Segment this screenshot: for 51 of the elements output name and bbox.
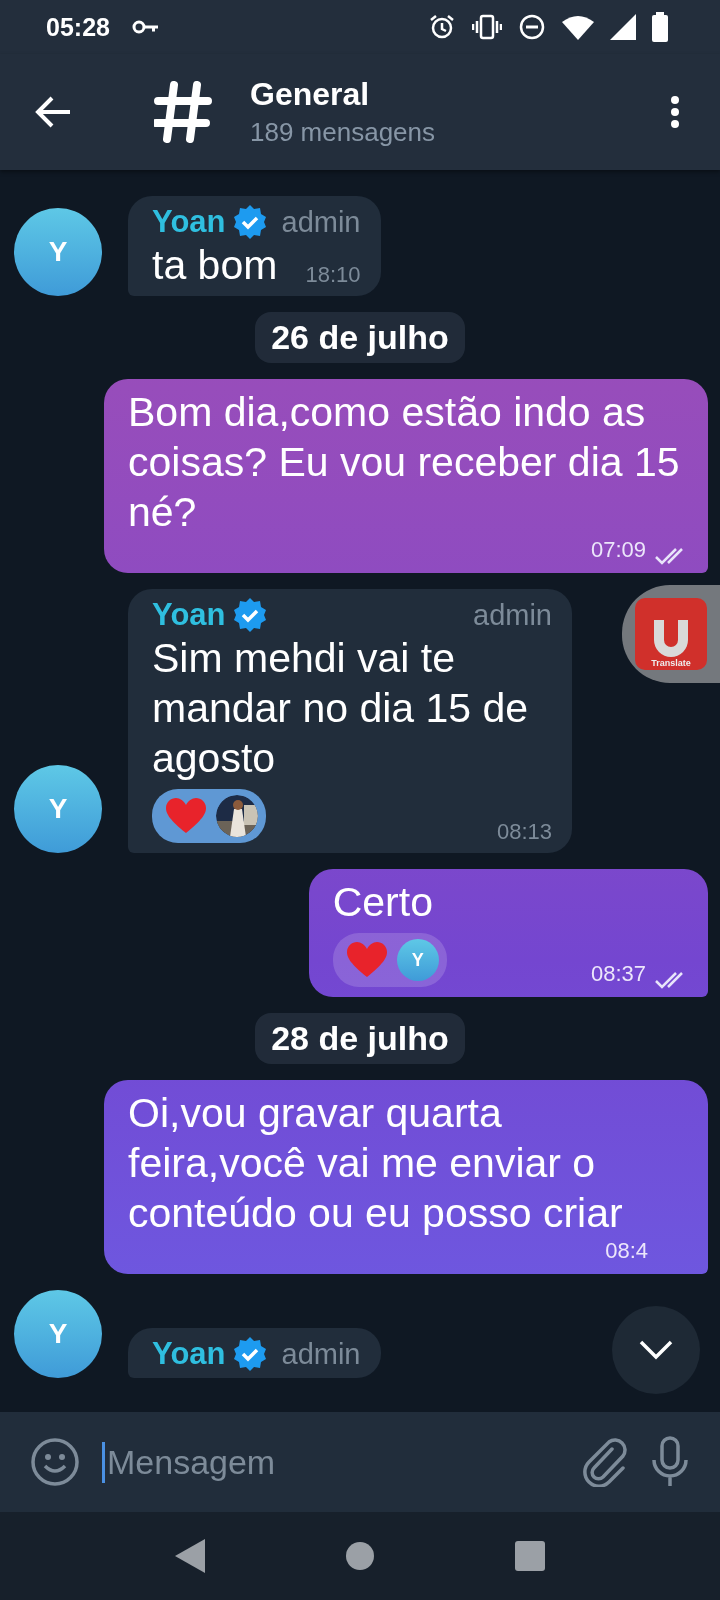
role-label: admin [280,205,361,239]
message-bubble[interactable]: Bom dia,como estão indo as coisas? Eu vou receber dia 15 né? 07:09 [104,379,708,574]
chat-title: General [250,76,371,113]
date-pill: 28 de julho [255,1013,465,1065]
vibrate-icon [472,13,502,41]
alarm-icon [428,13,456,41]
wifi-icon [562,14,594,40]
paperclip-icon[interactable] [582,1437,628,1487]
message-bubble[interactable]: Yoan admin ta bom 18:10 [128,196,381,296]
message-bubble[interactable]: Yoan admin Sim mehdi vai te mandar no dia 15 de agosto 08:13 [128,589,572,854]
sender-name: Yoan [152,597,226,634]
hash-icon [154,81,212,143]
emoji-icon[interactable] [30,1437,80,1487]
sender-name: Yoan [152,1336,226,1373]
back-arrow-icon [34,95,72,129]
message-composer[interactable]: Mensagem [0,1412,720,1512]
signal-icon [610,14,636,40]
more-icon [670,95,680,129]
battery-icon [652,12,668,42]
heart-icon [166,798,206,835]
date-pill: 26 de julho [255,312,465,363]
message-text: Sim mehdi vai te mandar no dia 15 de agosto [152,634,530,784]
back-nav-icon[interactable] [175,1539,205,1573]
message-time: 18:10 [305,262,361,289]
status-time: 05:28 [46,12,110,42]
role-label: admin [472,598,552,632]
chevron-down-icon [639,1340,673,1360]
key-icon [131,20,160,34]
message-text: Certo [332,878,434,928]
reactor-avatar: Y [396,939,439,982]
sender-name: Yoan [152,204,226,240]
message-count: 189 mensagens [250,117,437,148]
message-time: 08:13 [496,819,552,847]
message-time: 08:4 [605,1238,648,1266]
translate-label: Translate [651,658,691,668]
message-time: 07:09 [590,537,646,565]
message-text: Bom dia,como estão indo as coisas? Eu vou receber dia 15 né? [128,388,681,538]
heart-icon [346,942,387,979]
message-bubble[interactable]: Oi,vou gravar quarta feira,você vai me enviar o conteúdo ou eu posso criar 08:4 [104,1080,708,1275]
message-text: ta bom [152,241,278,290]
role-label: admin [280,1337,361,1371]
translate-widget[interactable]: Translate [622,585,720,683]
message-text: Oi,vou gravar quarta feira,você vai me enviar o conteúdo ou eu posso criar [128,1089,624,1239]
reaction-pill[interactable] [152,789,266,844]
message-input[interactable]: Mensagem [102,1441,560,1483]
do-not-disturb-icon [518,13,546,41]
microphone-icon[interactable] [650,1436,690,1488]
home-nav-icon[interactable] [345,1541,375,1571]
message-bubble[interactable]: Certo Y 08:37 [308,869,708,998]
message-time: 08:37 [590,961,646,989]
message-bubble[interactable]: Yoan admin [128,1328,381,1379]
